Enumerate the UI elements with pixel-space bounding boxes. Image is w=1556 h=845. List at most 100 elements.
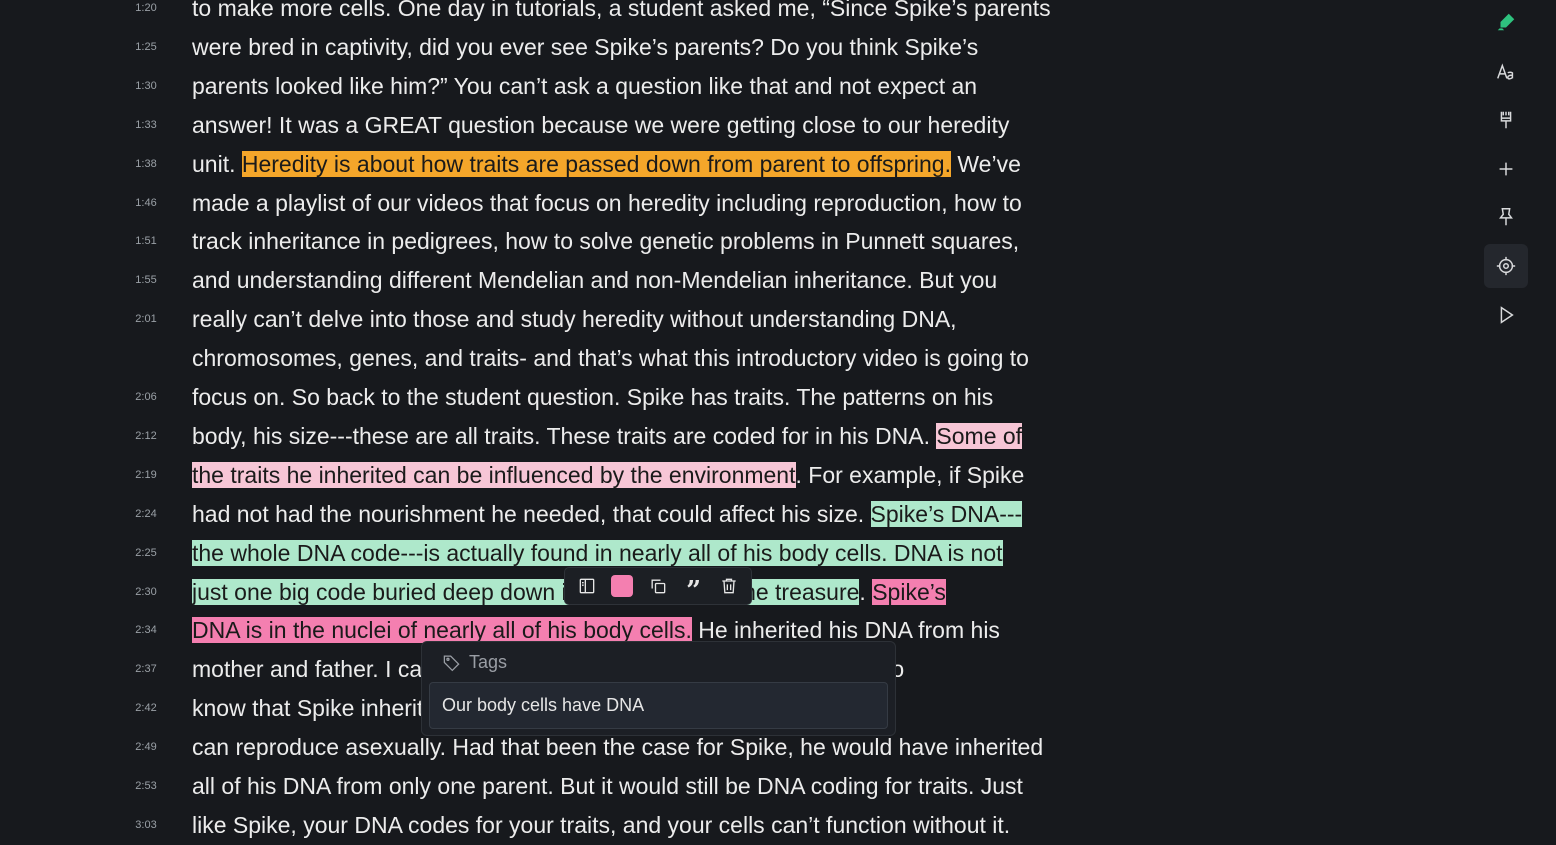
highlighter-icon[interactable] xyxy=(1484,0,1528,44)
text-segment: We’ve xyxy=(951,150,1021,177)
transcript-text: all of his DNA from only one parent. But… xyxy=(192,767,1023,806)
transcript-text: the traits he inherited can be influence… xyxy=(192,456,1024,495)
transcript-text: had not had the nourishment he needed, t… xyxy=(192,495,1023,534)
transcript-line: 1:25 were bred in captivity, did you ever… xyxy=(0,28,1100,67)
timestamp[interactable]: 1:38 xyxy=(118,145,174,184)
brush-icon[interactable] xyxy=(1484,98,1528,142)
text-segment: can reproduce asexually. Had that been t… xyxy=(192,734,1044,761)
timestamp[interactable]: 2:34 xyxy=(118,611,174,650)
timestamp[interactable]: 2:37 xyxy=(118,650,174,689)
timestamp[interactable]: 2:53 xyxy=(118,767,174,806)
text-segment: made a playlist of our videos that focus… xyxy=(192,189,1022,216)
transcript-line: 1:38 unit. Heredity is about how traits a… xyxy=(0,145,1100,184)
highlight-hotpink[interactable]: Spike’s xyxy=(872,578,946,605)
target-icon[interactable] xyxy=(1484,244,1528,288)
transcript-text: unit. Heredity is about how traits are p… xyxy=(192,145,1021,184)
timestamp[interactable]: 1:25 xyxy=(118,28,174,67)
highlight-green[interactable]: the whole DNA code---is actually found i… xyxy=(192,539,1003,566)
font-size-icon[interactable] xyxy=(1484,50,1528,94)
color-swatch xyxy=(611,575,634,597)
text-segment: He inherited his DNA from his xyxy=(691,617,1000,644)
pin-icon[interactable] xyxy=(1484,195,1528,239)
text-segment: like Spike, your DNA codes for your trai… xyxy=(192,811,1011,838)
plus-icon[interactable] xyxy=(1484,147,1528,191)
text-segment: focus on. So back to the student questio… xyxy=(192,384,994,410)
transcript-text: to make more cells. One day in tutorials… xyxy=(192,0,1051,28)
transcript-text: answer! It was a GREAT question because … xyxy=(192,106,1009,145)
timestamp[interactable]: 2:30 xyxy=(118,573,174,612)
tags-header: Tags xyxy=(442,652,507,673)
transcript-text: parents looked like him?” You can’t ask … xyxy=(192,67,977,106)
timestamp[interactable]: 2:12 xyxy=(118,417,174,456)
text-segment: were bred in captivity, did you ever see… xyxy=(192,33,979,60)
transcript-line: 2:19 the traits he inherited can be influ… xyxy=(0,456,1100,495)
color-swatch-button[interactable] xyxy=(609,573,635,599)
transcript-line: 2:53 all of his DNA from only one parent.… xyxy=(0,767,1100,806)
timestamp[interactable]: 2:24 xyxy=(118,495,174,534)
transcript-text: chromosomes, genes, and traits- and that… xyxy=(192,339,1029,378)
quote-icon[interactable]: ” xyxy=(681,573,707,604)
text-segment: answer! It was a GREAT question because … xyxy=(192,111,1010,138)
text-segment: and understanding different Mendelian an… xyxy=(192,267,998,294)
text-segment: chromosomes, genes, and traits- and that… xyxy=(192,345,1029,372)
tags-popup: Tags Our body cells have DNA xyxy=(421,641,896,736)
transcript-line: 3:03 like Spike, your DNA codes for your … xyxy=(0,806,1100,845)
timestamp[interactable]: 2:19 xyxy=(118,456,174,495)
transcript-line: 1:51 track inheritance in pedigrees, how … xyxy=(0,222,1100,261)
highlight-pink[interactable]: the traits he inherited can be influence… xyxy=(192,461,796,488)
timestamp[interactable]: 1:46 xyxy=(118,184,174,223)
transcript-line: 2:30 just one big code buried deep down i… xyxy=(0,573,1100,612)
timestamp[interactable]: 2:25 xyxy=(118,534,174,573)
transcript-text: track inheritance in pedigrees, how to s… xyxy=(192,222,1019,261)
text-segment: . xyxy=(859,578,873,605)
timestamp[interactable]: 1:30 xyxy=(118,67,174,106)
timestamp[interactable]: 1:55 xyxy=(118,261,174,300)
transcript-line: 1:30 parents looked like him?” You can’t … xyxy=(0,67,1100,106)
highlight-green[interactable]: Spike’s DNA--- xyxy=(870,500,1023,527)
tags-label: Tags xyxy=(469,652,508,672)
highlight-orange[interactable]: Heredity is about how traits are passed … xyxy=(241,150,951,177)
text-segment: . For example, if Spike xyxy=(795,461,1025,488)
transcript-line: 2:24 had not had the nourishment he neede… xyxy=(0,495,1100,534)
transcript-line: 1:20 to make more cells. One day in tutor… xyxy=(0,0,1100,28)
transcript-line: 1:55 and understanding different Mendelia… xyxy=(0,261,1100,300)
timestamp[interactable]: 3:03 xyxy=(118,806,174,845)
transcript-line: 2:12 body, his size---these are all trait… xyxy=(0,417,1100,456)
timestamp[interactable]: 1:33 xyxy=(118,106,174,145)
text-segment: to make more cells. One day in tutorials… xyxy=(192,0,1051,21)
play-icon[interactable] xyxy=(1484,293,1528,337)
transcript-line: 1:46 made a playlist of our videos that f… xyxy=(0,184,1100,223)
transcript-line: 2:06 focus on. So back to the student que… xyxy=(0,378,1100,417)
transcript-text: body, his size---these are all traits. T… xyxy=(192,417,1023,456)
highlight-hotpink[interactable]: DNA is in the nuclei of nearly all of hi… xyxy=(192,617,692,644)
highlight-green[interactable]: just one big code buried deep down in on… xyxy=(192,578,860,605)
transcript-text: like Spike, your DNA codes for your trai… xyxy=(192,806,1010,845)
timestamp[interactable]: 2:49 xyxy=(118,728,174,767)
timestamp[interactable]: 1:20 xyxy=(118,0,174,28)
transcript-line: 2:01 really can’t delve into those and st… xyxy=(0,300,1100,339)
annotation-toolbar: ” xyxy=(564,567,752,605)
transcript-text: and understanding different Mendelian an… xyxy=(192,261,997,300)
text-segment: had not had the nourishment he needed, t… xyxy=(192,500,871,527)
text-segment: all of his DNA from only one parent. But… xyxy=(192,773,1023,799)
transcript-text: made a playlist of our videos that focus… xyxy=(192,184,1022,223)
transcript-line: 1:33 answer! It was a GREAT question beca… xyxy=(0,106,1100,145)
timestamp[interactable]: 2:01 xyxy=(118,300,174,339)
tag-item[interactable]: Our body cells have DNA xyxy=(429,682,888,729)
text-segment: unit. xyxy=(192,150,242,177)
text-segment: parents looked like him?” You can’t ask … xyxy=(192,72,978,99)
trash-icon[interactable] xyxy=(716,573,742,599)
copy-icon[interactable] xyxy=(645,573,671,599)
transcript-line: chromosomes, genes, and traits- and that… xyxy=(0,339,1100,378)
transcript-text: were bred in captivity, did you ever see… xyxy=(192,28,978,67)
tag-icon xyxy=(443,655,460,672)
transcript-text: focus on. So back to the student questio… xyxy=(192,378,993,417)
sidebar-icon[interactable] xyxy=(574,573,600,599)
timestamp[interactable]: 2:42 xyxy=(118,689,174,728)
timestamp[interactable]: 2:06 xyxy=(118,378,174,417)
text-segment: track inheritance in pedigrees, how to s… xyxy=(192,228,1020,255)
timestamp[interactable]: 1:51 xyxy=(118,222,174,261)
highlight-pink[interactable]: Some of xyxy=(936,422,1023,449)
text-segment: really can’t delve into those and study … xyxy=(192,306,957,333)
transcript-text: really can’t delve into those and study … xyxy=(192,300,957,339)
